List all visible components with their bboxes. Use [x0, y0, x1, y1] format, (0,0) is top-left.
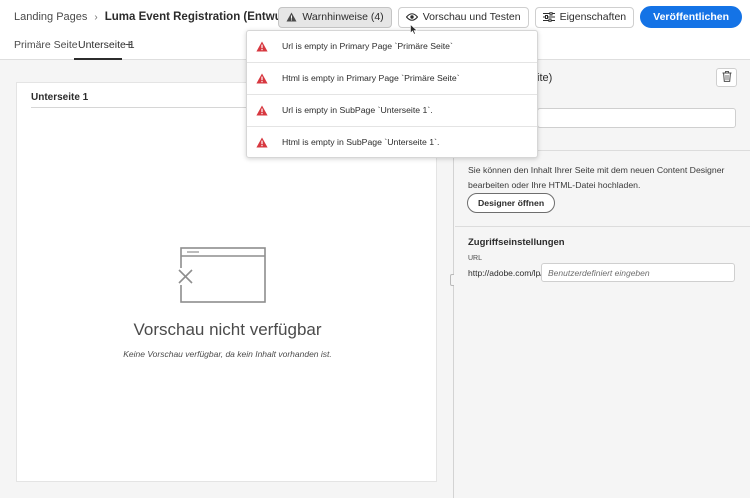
breadcrumb-landing-pages[interactable]: Landing Pages	[14, 11, 87, 23]
url-label: URL	[468, 255, 483, 262]
alert-triangle-icon	[256, 105, 268, 119]
warning-text: Html is empty in SubPage `Unterseite 1`.	[282, 137, 440, 147]
publish-button[interactable]: Veröffentlichen	[640, 6, 742, 28]
properties-label: Eigenschaften	[559, 11, 627, 23]
properties-sliders-icon	[542, 12, 555, 22]
empty-state-subtitle: Keine Vorschau verfügbar, da kein Inhalt…	[123, 349, 332, 359]
top-bar: Landing Pages › Luma Event Registration …	[0, 0, 750, 34]
eye-icon	[405, 13, 418, 21]
warning-item[interactable]: Html is empty in Primary Page `Primäre S…	[247, 63, 537, 95]
warning-item[interactable]: Url is empty in Primary Page `Primäre Se…	[247, 31, 537, 63]
panel-divider	[455, 226, 750, 227]
preview-test-label: Vorschau und Testen	[422, 11, 521, 23]
tab-primary-page[interactable]: Primäre Seite	[14, 39, 78, 51]
add-page-icon[interactable]: +	[125, 36, 133, 52]
mouse-cursor-icon	[410, 23, 418, 38]
warnings-popover: Url is empty in Primary Page `Primäre Se…	[246, 30, 538, 158]
empty-state-title: Vorschau nicht verfügbar	[133, 320, 322, 339]
alert-triangle-icon	[256, 137, 268, 151]
warning-text: Url is empty in Primary Page `Primäre Se…	[282, 41, 453, 51]
properties-button[interactable]: Eigenschaften	[534, 6, 635, 28]
content-description: Sie können den Inhalt Ihrer Seite mit de…	[468, 165, 725, 190]
header-actions: Warnhinweise (4) Vorschau und Testen Eig…	[278, 6, 742, 28]
alert-triangle-icon	[256, 73, 268, 87]
warning-text: Html is empty in Primary Page `Primäre S…	[282, 73, 460, 83]
page-title: Luma Event Registration (Entwurf)	[104, 11, 294, 23]
breadcrumb-separator: ›	[94, 11, 98, 23]
breadcrumb: Landing Pages › Luma Event Registration …	[14, 11, 294, 23]
panel-title-fragment: ite)	[537, 72, 553, 84]
warning-item[interactable]: Url is empty in SubPage `Unterseite 1`.	[247, 95, 537, 127]
delete-page-button[interactable]	[716, 68, 737, 87]
alert-triangle-icon	[256, 41, 268, 55]
warning-text: Url is empty in SubPage `Unterseite 1`.	[282, 105, 433, 115]
active-tab-indicator	[74, 58, 122, 60]
warning-icon	[286, 12, 297, 22]
url-prefix: http://adobe.com/lp/	[468, 268, 543, 278]
warnings-label: Warnhinweise (4)	[302, 11, 384, 23]
trash-icon	[722, 70, 732, 85]
url-input[interactable]	[541, 263, 735, 282]
empty-browser-window-icon	[177, 246, 269, 307]
warnings-button[interactable]: Warnhinweise (4)	[278, 6, 392, 28]
open-designer-button[interactable]: Designer öffnen	[467, 193, 556, 213]
access-settings-title: Zugriffseinstellungen	[468, 237, 565, 248]
card-title: Unterseite 1	[31, 92, 89, 103]
page-name-field[interactable]	[537, 108, 736, 128]
warning-item[interactable]: Html is empty in SubPage `Unterseite 1`.	[247, 127, 537, 159]
